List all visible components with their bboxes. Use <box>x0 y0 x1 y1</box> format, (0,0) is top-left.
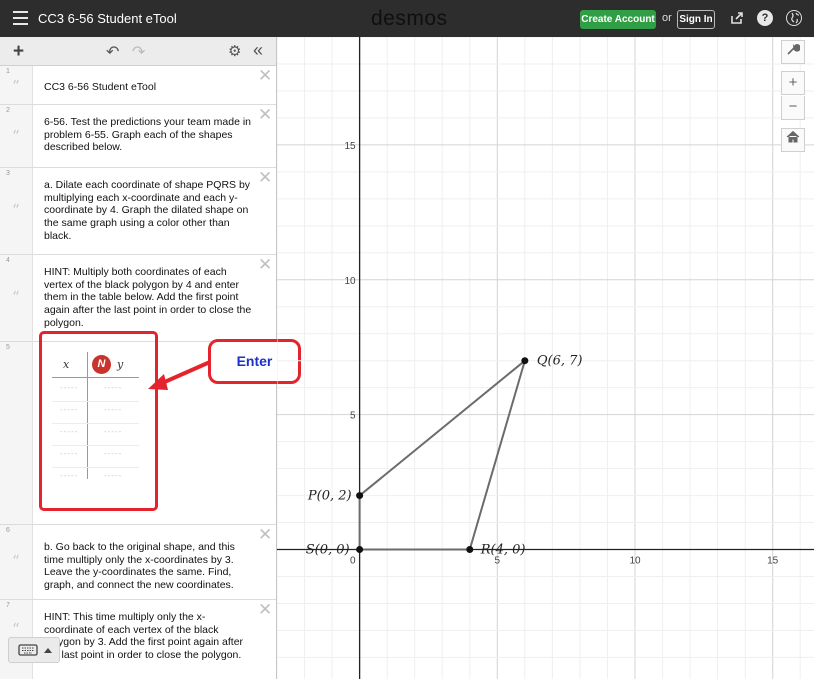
top-bar: CC3 6-56 Student eTool desmos Create Acc… <box>0 0 814 37</box>
expression-note-6[interactable]: 6 “ b. Go back to the original shape, an… <box>0 525 276 600</box>
x-tick-label: 15 <box>767 556 779 567</box>
note-text[interactable]: HINT: Multiply both coordinates of each … <box>44 266 254 330</box>
wrench-icon[interactable] <box>781 40 805 64</box>
expression-toolbar: + ↶ ↷ ⚙ « <box>0 37 276 66</box>
point-marker <box>356 492 364 500</box>
delete-close-icon[interactable]: ✕ <box>258 105 272 125</box>
zoom-out-icon[interactable]: − <box>781 96 805 120</box>
help-icon[interactable]: ? <box>757 10 773 26</box>
expression-number: 1 <box>6 68 10 75</box>
add-icon[interactable]: + <box>13 41 24 63</box>
home-icon[interactable] <box>781 128 805 152</box>
keyboard-icon <box>18 644 52 656</box>
expression-number: 2 <box>6 107 10 114</box>
point-label: Q(6, 7) <box>537 354 583 369</box>
share-icon[interactable] <box>729 10 745 26</box>
graph-canvas[interactable]: 5 10 15151050 P(0, 2)Q(6, 7)R(4, 0)S(0, 0) <box>277 37 814 679</box>
sign-in-button[interactable]: Sign In <box>677 10 715 29</box>
point-marker <box>521 357 529 365</box>
undo-icon[interactable]: ↶ <box>106 42 119 62</box>
note-quote-icon: “ <box>12 620 20 638</box>
note-text[interactable]: HINT: This time multiply only the x-coor… <box>44 611 254 662</box>
expression-note-1[interactable]: 1 “ CC3 6-56 Student eTool ✕ <box>0 66 276 105</box>
redo-icon[interactable]: ↷ <box>132 42 145 62</box>
zoom-in-icon[interactable]: + <box>781 71 805 95</box>
delete-close-icon[interactable]: ✕ <box>258 168 272 188</box>
note-quote-icon: “ <box>12 552 20 570</box>
note-text[interactable]: a. Dilate each coordinate of shape PQRS … <box>44 179 254 243</box>
x-tick-label: 10 <box>629 556 641 567</box>
note-text[interactable]: 6-56. Test the predictions your team mad… <box>44 116 254 154</box>
note-text[interactable]: CC3 6-56 Student eTool <box>44 81 254 94</box>
delete-close-icon[interactable]: ✕ <box>258 66 272 86</box>
point-label: P(0, 2) <box>307 489 352 504</box>
or-text: or <box>662 12 672 24</box>
y-tick-label: 5 <box>350 411 356 422</box>
settings-gear-icon[interactable]: ⚙ <box>228 42 241 60</box>
note-quote-icon: “ <box>12 127 20 145</box>
create-account-button[interactable]: Create Account <box>580 10 656 29</box>
delete-close-icon[interactable]: ✕ <box>258 525 272 545</box>
keyboard-toggle-button[interactable] <box>8 637 60 663</box>
note-text[interactable]: b. Go back to the original shape, and th… <box>44 541 254 592</box>
y-tick-label: 15 <box>344 141 356 152</box>
point-marker <box>466 546 474 554</box>
expression-number: 7 <box>6 602 10 609</box>
expression-number: 6 <box>6 527 10 534</box>
point-marker <box>356 546 364 554</box>
note-quote-icon: “ <box>12 288 20 306</box>
note-quote-icon: “ <box>12 77 20 95</box>
document-title: CC3 6-56 Student eTool <box>38 11 177 26</box>
note-quote-icon: “ <box>12 201 20 219</box>
expression-note-3[interactable]: 3 “ a. Dilate each coordinate of shape P… <box>0 168 276 255</box>
expression-note-4[interactable]: 4 “ HINT: Multiply both coordinates of e… <box>0 255 276 342</box>
delete-close-icon[interactable]: ✕ <box>258 600 272 620</box>
expression-note-2[interactable]: 2 “ 6-56. Test the predictions your team… <box>0 105 276 168</box>
expression-number: 5 <box>6 344 10 351</box>
origin-label: 0 <box>350 556 356 567</box>
language-globe-icon[interactable] <box>786 10 802 26</box>
delete-close-icon[interactable]: ✕ <box>258 255 272 275</box>
desmos-logo: desmos <box>371 7 448 30</box>
menu-icon[interactable] <box>13 11 28 25</box>
collapse-icon[interactable]: « <box>253 40 263 61</box>
expression-number: 4 <box>6 257 10 264</box>
point-label: S(0, 0) <box>306 543 350 558</box>
expression-number: 3 <box>6 170 10 177</box>
point-label: R(4, 0) <box>480 543 526 558</box>
y-tick-label: 10 <box>344 276 356 287</box>
